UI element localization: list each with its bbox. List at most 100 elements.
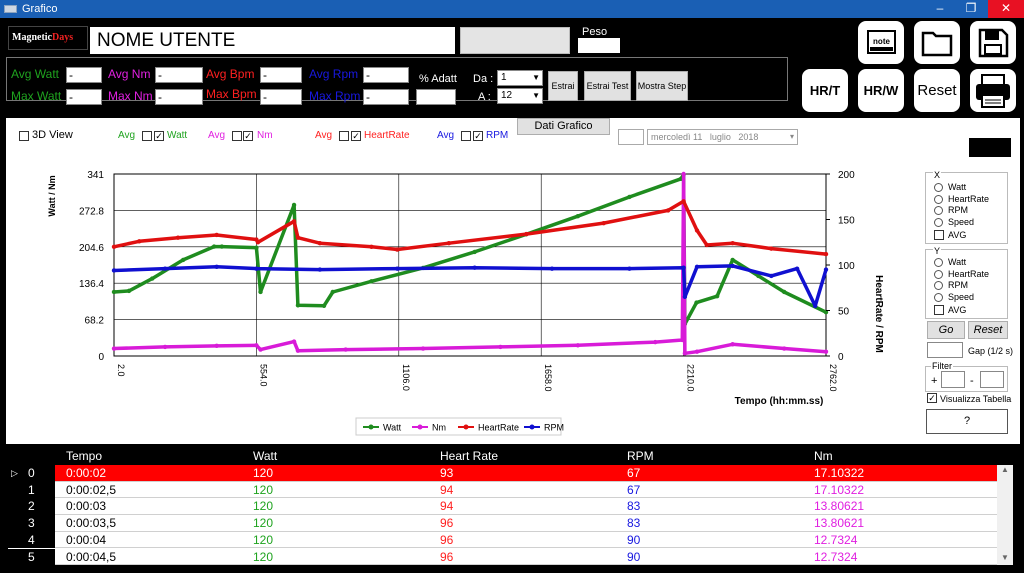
avg-watt-field: - — [66, 67, 102, 83]
watt-avg-checkbox[interactable] — [142, 131, 152, 141]
row-header[interactable]: 1 — [8, 481, 55, 499]
da-select[interactable]: 1 ▼ — [497, 70, 543, 86]
adatt-input[interactable] — [416, 89, 456, 105]
date-picker[interactable]: mercoledì 11 luglio 2018 ▾ — [647, 129, 798, 145]
visualizza-tabella-checkbox[interactable]: ✓ — [927, 393, 937, 403]
watt-checkbox[interactable]: ✓ — [154, 131, 164, 141]
watt-label: Watt — [167, 130, 188, 141]
x-avg-label: AVG — [948, 230, 967, 240]
reset-button[interactable]: Reset — [912, 67, 962, 114]
note-button[interactable]: note — [856, 19, 906, 66]
y-avg-checkbox[interactable] — [934, 305, 944, 315]
table-cell: 12.7324 — [814, 549, 858, 564]
row-header[interactable]: 4 — [8, 531, 55, 549]
col-nm-header[interactable]: Nm — [814, 449, 833, 463]
title-bar: Grafico – ❐ ✕ — [0, 0, 1024, 18]
y-radio-rpm[interactable] — [934, 281, 943, 290]
open-folder-button[interactable] — [912, 19, 962, 66]
row-index: 4 — [28, 532, 35, 547]
x-radio-heartrate[interactable] — [934, 194, 943, 204]
a-select[interactable]: 12 ▼ — [497, 88, 543, 104]
rpm-checkbox[interactable]: ✓ — [473, 131, 483, 141]
avg-bpm-label: Avg Bpm — [206, 67, 255, 81]
table-cell: 0:00:04,5 — [66, 549, 117, 564]
filter-minus-input[interactable] — [980, 371, 1004, 388]
peso-input[interactable] — [578, 38, 620, 53]
col-watt-header[interactable]: Watt — [253, 449, 277, 463]
y-radio-label: Watt — [948, 257, 967, 267]
y-radio-label: RPM — [948, 280, 968, 290]
username-field[interactable]: NOME UTENTE — [90, 27, 455, 54]
x-panel-title: X — [933, 170, 942, 180]
3d-view-checkbox[interactable] — [19, 131, 29, 141]
print-button[interactable] — [968, 67, 1018, 114]
table-cell: 0:00:02,5 — [66, 482, 117, 497]
minimize-button[interactable]: – — [925, 0, 955, 18]
row-header[interactable]: 3 — [8, 515, 55, 532]
scroll-up-icon[interactable]: ▲ — [997, 465, 1013, 477]
heartrate-avg-checkbox[interactable] — [339, 131, 349, 141]
close-button[interactable]: ✕ — [988, 0, 1024, 18]
row-header[interactable]: 5 — [8, 548, 55, 565]
table-cell: 90 — [627, 532, 641, 547]
max-nm-field: - — [155, 89, 203, 105]
peso-label: Peso — [582, 26, 608, 38]
table-row[interactable]: 5 0:00:04,5 120 96 90 12.7324 — [8, 548, 997, 565]
rpm-avg-checkbox[interactable] — [461, 131, 471, 141]
y-radio-watt[interactable] — [934, 258, 943, 267]
estrai-test-button[interactable]: Estrai Test — [584, 71, 631, 101]
a-label: A : — [478, 91, 491, 103]
x-radio-label: Watt — [948, 182, 967, 192]
row-header[interactable]: 2 — [8, 498, 55, 515]
row-index: 2 — [28, 499, 35, 514]
mostra-step-button[interactable]: Mostra Step — [636, 71, 688, 101]
hrt-button[interactable]: HR/T — [800, 67, 850, 114]
date-small-field[interactable] — [618, 129, 644, 145]
heartrate-checkbox[interactable]: ✓ — [351, 131, 361, 141]
col-tempo-header[interactable]: Tempo — [66, 449, 102, 463]
go-button[interactable]: Go — [927, 321, 965, 339]
scroll-down-icon[interactable]: ▼ — [997, 553, 1013, 565]
nm-avg-label: Avg — [208, 130, 226, 141]
estrai-button[interactable]: Estrai — [548, 71, 578, 101]
col-rpm-header[interactable]: RPM — [627, 449, 654, 463]
table-cell: 120 — [253, 466, 274, 480]
dati-grafico-button[interactable]: Dati Grafico — [517, 118, 610, 135]
row-header[interactable]: ▷ 0 — [8, 465, 55, 482]
help-button[interactable]: ? — [926, 409, 1008, 434]
filter-plus-input[interactable] — [941, 371, 965, 388]
table-row[interactable]: 3 0:00:03,5 120 96 83 13.80621 — [8, 515, 997, 532]
x-radio-watt[interactable] — [934, 183, 943, 192]
nm-avg-checkbox[interactable] — [232, 131, 242, 141]
table-row[interactable]: 1 0:00:02,5 120 94 67 17.10322 — [8, 481, 997, 499]
x-radio-speed[interactable] — [934, 217, 943, 227]
y-radio-heartrate[interactable] — [934, 269, 943, 279]
avg-watt-label: Avg Watt — [11, 67, 60, 81]
row-index: 0 — [28, 466, 35, 480]
table-cell: 120 — [253, 549, 274, 564]
max-rpm-field: - — [363, 89, 409, 105]
app-icon — [4, 5, 17, 13]
x-radio-label: Speed — [948, 216, 975, 227]
table-scrollbar[interactable]: ▲ ▼ — [997, 465, 1013, 565]
restore-button[interactable]: ❐ — [956, 0, 986, 18]
color-indicator — [969, 138, 1011, 157]
table-row[interactable]: ▷ 0 0:00:02 120 93 67 17.10322 — [8, 465, 997, 482]
table-cell: 96 — [440, 549, 454, 564]
table-row[interactable]: 4 0:00:04 120 96 90 12.7324 — [8, 531, 997, 549]
y-radio-speed[interactable] — [934, 292, 943, 302]
x-avg-checkbox[interactable] — [934, 230, 944, 240]
table-cell: 120 — [253, 532, 274, 547]
gap-input[interactable] — [927, 342, 963, 358]
x-radio-rpm[interactable] — [934, 206, 943, 215]
table-row[interactable]: 2 0:00:03 120 94 83 13.80621 — [8, 498, 997, 515]
save-button[interactable] — [968, 19, 1018, 66]
panel-reset-button[interactable]: Reset — [968, 321, 1008, 339]
nm-checkbox[interactable]: ✓ — [243, 131, 253, 141]
table-cell: 93 — [440, 466, 454, 480]
hrw-button[interactable]: HR/W — [856, 67, 906, 114]
table-cell: 0:00:02 — [66, 466, 107, 480]
logo: MagneticDays — [8, 26, 88, 50]
col-heartrate-header[interactable]: Heart Rate — [440, 449, 498, 463]
svg-text:note: note — [873, 37, 890, 46]
